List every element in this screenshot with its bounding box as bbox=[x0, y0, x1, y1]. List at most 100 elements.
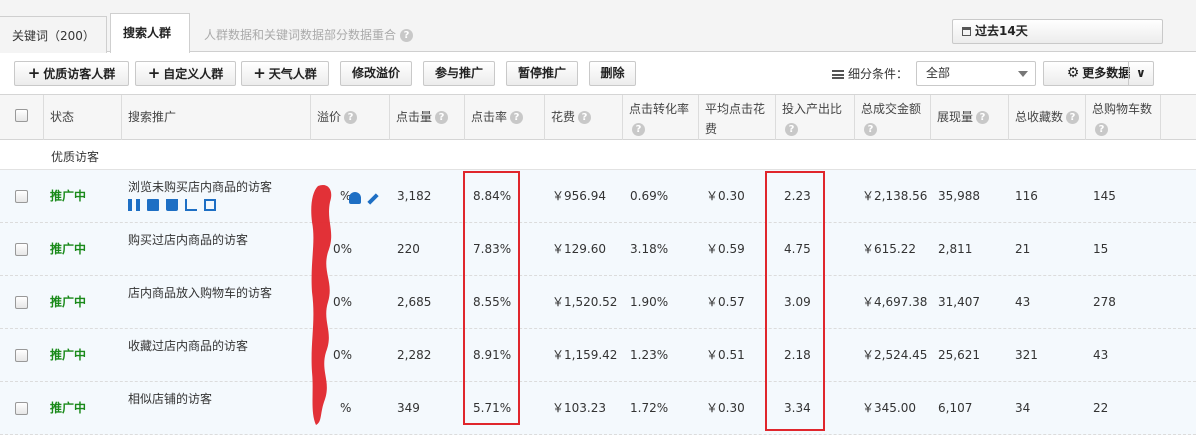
help-icon[interactable]: ? bbox=[344, 111, 358, 124]
segment-label: 细分条件： bbox=[832, 65, 908, 82]
cart-value: 278 bbox=[1093, 295, 1116, 309]
select-all-checkbox[interactable] bbox=[15, 109, 28, 122]
row-checkbox[interactable] bbox=[15, 243, 28, 256]
row-checkbox[interactable] bbox=[15, 402, 28, 415]
edit-bid-button[interactable]: 修改溢价 bbox=[340, 61, 412, 86]
help-icon[interactable]: ? bbox=[400, 29, 414, 42]
pause-promotion-button[interactable]: 暂停推广 bbox=[506, 61, 578, 86]
ctr-highlight-box bbox=[463, 171, 520, 425]
clicks-value: 3,182 bbox=[397, 189, 432, 203]
calendar-icon bbox=[962, 27, 971, 36]
impressions-value: 2,811 bbox=[938, 242, 973, 256]
tab-keywords[interactable]: 关键词（200） bbox=[0, 16, 107, 54]
header-clicks[interactable]: 点击量? bbox=[390, 95, 465, 140]
header-label: 溢价 bbox=[317, 110, 342, 124]
help-icon[interactable]: ? bbox=[510, 111, 524, 124]
audience-name: 店内商品放入购物车的访客 bbox=[128, 286, 273, 300]
pause-icon[interactable] bbox=[128, 199, 140, 211]
header-ctr[interactable]: 点击率? bbox=[465, 95, 545, 140]
help-icon[interactable]: ? bbox=[785, 123, 798, 136]
cost-value: ￥956.94 bbox=[552, 189, 606, 203]
header-impressions[interactable]: 展现量? bbox=[931, 95, 1009, 140]
button-label: 天气人群 bbox=[268, 67, 317, 81]
table-header: 状态 搜索推广 溢价? 点击量? 点击率? 花费? 点击转化率? 平均点击花费 … bbox=[0, 94, 1196, 140]
add-custom-audience-button[interactable]: + 自定义人群 bbox=[135, 61, 236, 86]
cart-value: 15 bbox=[1093, 242, 1109, 256]
status-text: 推广中 bbox=[50, 348, 87, 362]
chevron-down-icon bbox=[1018, 71, 1028, 77]
table-row[interactable]: 推广中 店内商品放入购物车的访客 0% 2,685 8.55% ￥1,520.5… bbox=[0, 276, 1196, 329]
header-status[interactable]: 状态 bbox=[44, 95, 122, 140]
person-icon[interactable] bbox=[349, 192, 361, 204]
cost-value: ￥103.23 bbox=[552, 401, 606, 415]
table-row[interactable]: 推广中 浏览未购买店内商品的访客 % 3,182 8.84% ￥956.94 0… bbox=[0, 170, 1196, 223]
tab-note-text: 人群数据和关键词数据部分数据重合 bbox=[204, 28, 397, 42]
header-favorites[interactable]: 总收藏数? bbox=[1009, 95, 1086, 140]
header-roi[interactable]: 投入产出比? bbox=[776, 95, 855, 140]
trash-icon[interactable] bbox=[166, 199, 178, 211]
row-checkbox[interactable] bbox=[15, 190, 28, 203]
pencil-icon[interactable] bbox=[367, 193, 379, 205]
table-row[interactable]: 推广中 收藏过店内商品的访客 0% 2,282 8.91% ￥1,159.42 … bbox=[0, 329, 1196, 382]
help-icon[interactable]: ? bbox=[632, 123, 645, 136]
favorites-value: 116 bbox=[1015, 189, 1038, 203]
segment-select[interactable]: 全部 bbox=[916, 61, 1036, 86]
header-search-promotion[interactable]: 搜索推广 bbox=[122, 95, 311, 140]
tab-search-audience[interactable]: 搜索人群 bbox=[110, 13, 190, 53]
gmv-value: ￥2,138.56 bbox=[862, 189, 928, 203]
plus-icon: + bbox=[253, 64, 266, 82]
gmv-value: ￥4,697.38 bbox=[862, 295, 928, 309]
header-label: 花费 bbox=[551, 110, 576, 124]
help-icon[interactable]: ? bbox=[435, 111, 449, 124]
audience-name-cell: 相似店铺的访客 bbox=[128, 382, 212, 435]
header-bid[interactable]: 溢价? bbox=[311, 95, 390, 140]
header-label: 展现量 bbox=[937, 110, 974, 124]
edit-icon[interactable] bbox=[147, 199, 159, 211]
row-checkbox[interactable] bbox=[15, 296, 28, 309]
help-icon[interactable]: ? bbox=[864, 123, 877, 136]
bid-actions bbox=[349, 192, 379, 207]
join-promotion-button[interactable]: 参与推广 bbox=[423, 61, 495, 86]
help-icon[interactable]: ? bbox=[1066, 111, 1080, 124]
clicks-value: 2,282 bbox=[397, 348, 432, 362]
header-cpc[interactable]: 平均点击花费 bbox=[699, 95, 776, 140]
cart-value: 43 bbox=[1093, 348, 1109, 362]
header-label: 总收藏数 bbox=[1015, 110, 1064, 124]
header-select-all bbox=[0, 95, 44, 140]
table-row[interactable]: 推广中 购买过店内商品的访客 0% 220 7.83% ￥129.60 3.18… bbox=[0, 223, 1196, 276]
plus-icon: + bbox=[27, 64, 41, 82]
help-icon[interactable]: ? bbox=[1095, 123, 1108, 136]
favorites-value: 34 bbox=[1015, 401, 1031, 415]
cpc-value: ￥0.59 bbox=[706, 242, 745, 256]
delete-button[interactable]: 删除 bbox=[589, 61, 636, 86]
segment-label-text: 细分条件： bbox=[848, 67, 909, 81]
divider bbox=[1128, 62, 1129, 85]
cost-value: ￥1,159.42 bbox=[552, 348, 618, 362]
header-cost[interactable]: 花费? bbox=[545, 95, 623, 140]
cvr-value: 1.90% bbox=[630, 295, 669, 309]
add-quality-visitor-button[interactable]: + 优质访客人群 bbox=[14, 61, 129, 86]
audience-name: 相似店铺的访客 bbox=[128, 392, 213, 406]
header-cart[interactable]: 总购物车数? bbox=[1086, 95, 1161, 140]
clicks-value: 220 bbox=[397, 242, 420, 256]
help-icon[interactable]: ? bbox=[976, 111, 990, 124]
row-checkbox[interactable] bbox=[15, 349, 28, 362]
more-data-label: 更多数据 bbox=[1082, 66, 1131, 80]
cvr-value: 1.23% bbox=[630, 348, 669, 362]
header-gmv[interactable]: 总成交金额? bbox=[855, 95, 931, 140]
impressions-value: 6,107 bbox=[938, 401, 973, 415]
help-icon[interactable]: ? bbox=[578, 111, 592, 124]
header-cvr[interactable]: 点击转化率? bbox=[623, 95, 699, 140]
roi-highlight-box bbox=[765, 171, 825, 431]
audience-name-cell: 购买过店内商品的访客 bbox=[128, 223, 248, 276]
bid-value: % bbox=[340, 401, 352, 415]
audience-name: 购买过店内商品的访客 bbox=[128, 233, 249, 247]
trend-chart-icon[interactable] bbox=[185, 199, 197, 211]
table-row[interactable]: 推广中 相似店铺的访客 % 349 5.71% ￥103.23 1.72% ￥0… bbox=[0, 382, 1196, 435]
add-weather-audience-button[interactable]: + 天气人群 bbox=[241, 61, 329, 86]
chevron-down-icon[interactable]: ∨ bbox=[1136, 62, 1146, 85]
more-data-button[interactable]: ⚙ 更多数据 ∨ bbox=[1043, 61, 1154, 86]
cpc-value: ￥0.30 bbox=[706, 189, 745, 203]
date-range-button[interactable]: 过去14天 bbox=[952, 19, 1163, 44]
copy-icon[interactable] bbox=[204, 199, 216, 211]
